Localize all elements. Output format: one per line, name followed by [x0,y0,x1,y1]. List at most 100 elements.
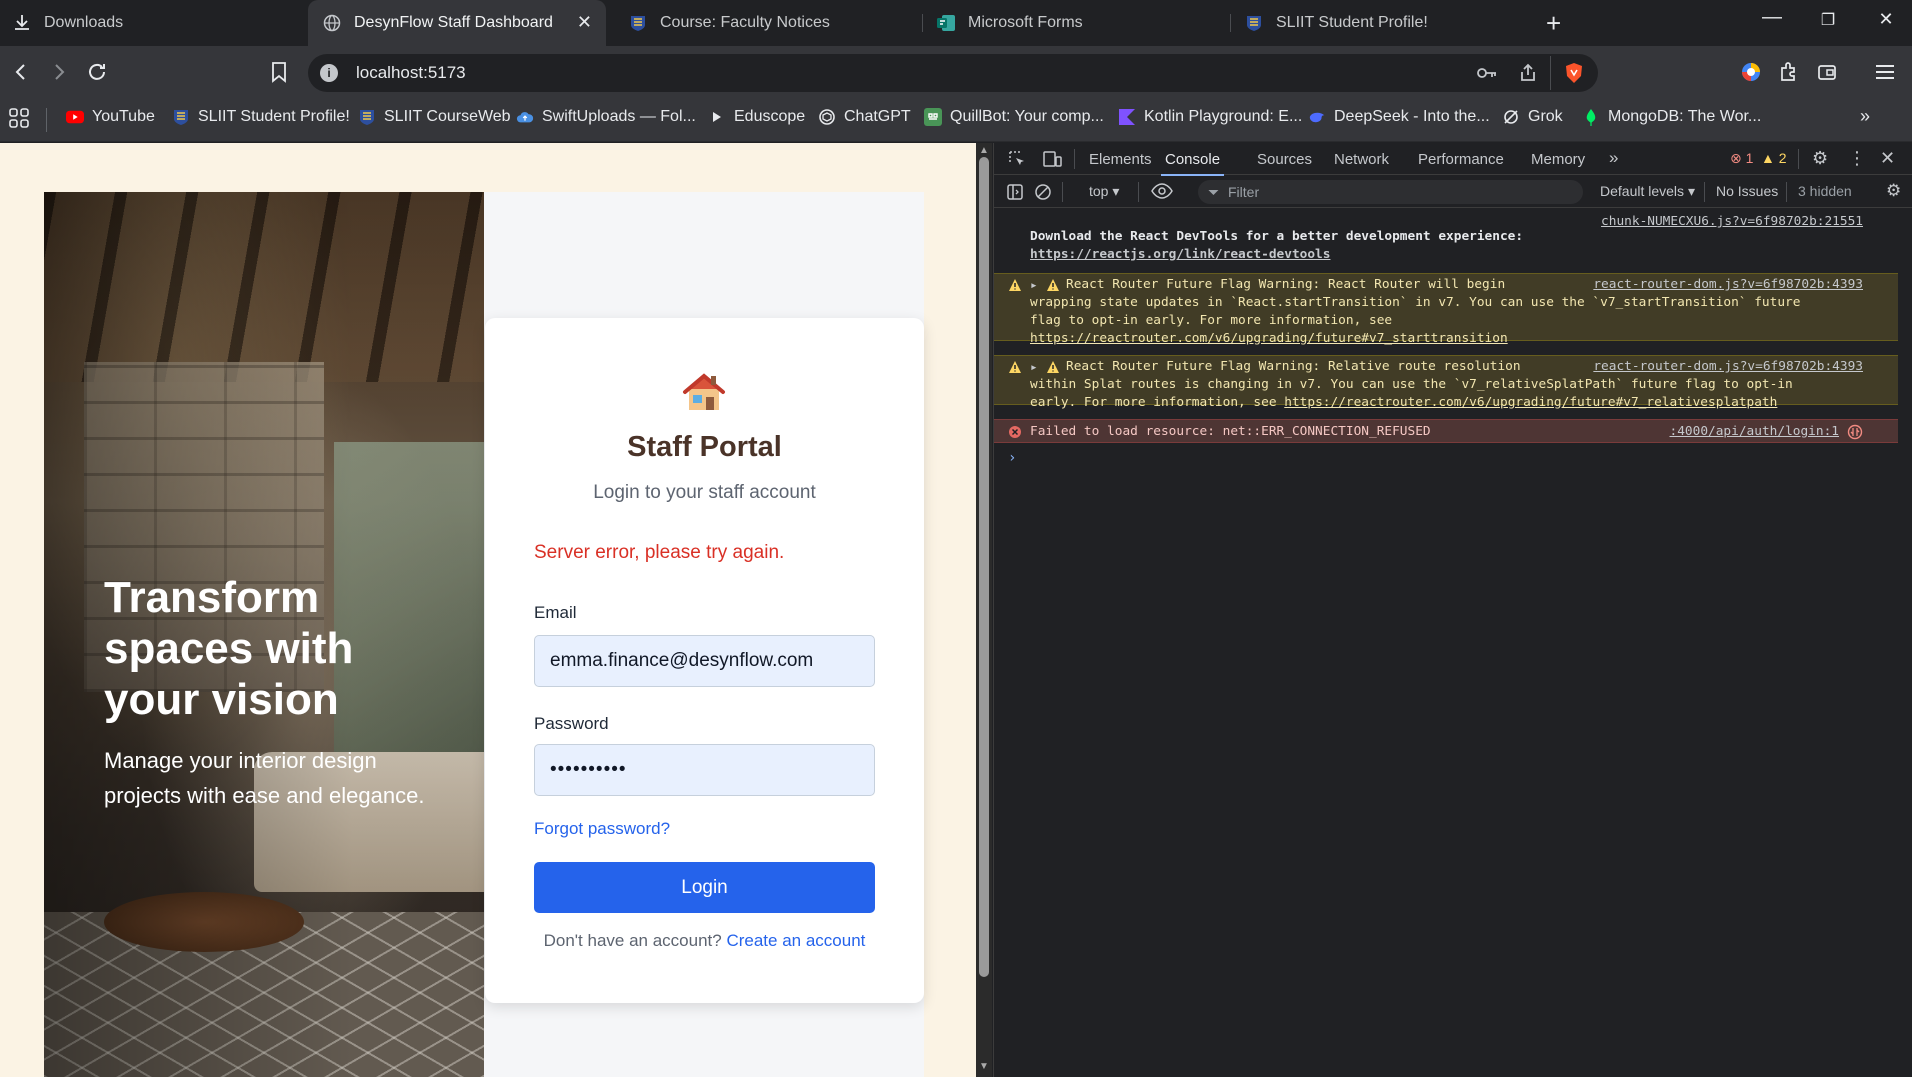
deepseek-icon [1308,108,1326,126]
restore-button[interactable]: ❐ [1808,10,1848,30]
issues-button[interactable]: No Issues [1716,183,1778,199]
bookmark-youtube[interactable]: YouTube [66,108,155,126]
inspect-element-icon[interactable] [1008,150,1026,173]
warning-counter[interactable]: ▲ 2 [1761,150,1787,166]
address-bar[interactable]: i localhost:5173 [308,54,1598,92]
key-icon[interactable] [1476,64,1498,87]
more-options-icon[interactable]: ⋮ [1848,148,1866,169]
password-field[interactable]: •••••••••• [534,744,875,796]
brave-rewards-icon[interactable] [1738,59,1764,85]
tab-elements[interactable]: Elements [1089,151,1152,168]
console-prompt-chevron-icon[interactable]: › [1008,449,1016,467]
error-counter[interactable]: ⊗ 1 [1730,150,1753,167]
devtools-scrollbar[interactable] [1898,209,1912,1077]
email-field[interactable]: emma.finance@desynflow.com [534,635,875,687]
filter-placeholder: Filter [1228,184,1260,200]
tab-faculty-notices[interactable]: Course: Faculty Notices [628,0,918,46]
wallet-icon[interactable] [1814,59,1840,85]
context-selector[interactable]: top ▾ [1089,183,1119,200]
bookmark-courseweb[interactable]: SLIIT CourseWeb [358,108,511,126]
message-source-link[interactable]: react-router-dom.js?v=6f98702b:4393 [1593,358,1863,376]
share-icon[interactable] [1518,63,1538,88]
console-filter-input[interactable]: ⏷ Filter [1198,180,1583,204]
cloud-icon [516,108,534,126]
bookmark-kotlin[interactable]: Kotlin Playground: E... [1118,108,1302,126]
tab-student-profile[interactable]: SLIIT Student Profile! [1244,0,1524,46]
settings-gear-icon[interactable]: ⚙ [1812,148,1828,169]
hidden-count: 3 hidden [1798,183,1852,199]
expand-triangle-icon[interactable]: ▸ [1030,359,1038,377]
divider [1798,149,1799,169]
sidebar-toggle-icon[interactable] [1006,183,1024,206]
tab-console[interactable]: Console [1160,151,1225,176]
tab-desynflow[interactable]: DesynFlow Staff Dashboard ✕ [308,0,606,46]
page-scrollbar[interactable]: ▲ ▼ [976,143,992,1077]
sliit-crest-icon [358,108,376,126]
scrollbar-thumb[interactable] [979,157,989,977]
tab-performance[interactable]: Performance [1418,151,1504,168]
scroll-down-icon[interactable]: ▼ [979,1061,989,1072]
tab-microsoft-forms[interactable]: Microsoft Forms [936,0,1226,46]
bookmark-label: SLIIT CourseWeb [384,108,511,125]
bookmark-quillbot[interactable]: QuillBot: Your comp... [924,108,1104,126]
message-text: within Splat routes is changing in v7. Y… [1030,377,1793,392]
bookmark-student-profile[interactable]: SLIIT Student Profile! [172,108,350,126]
bookmark-icon[interactable] [266,59,292,85]
bookmark-chatgpt[interactable]: ChatGPT [818,108,911,126]
reload-button[interactable] [84,59,110,85]
message-source-link[interactable]: :4000/api/auth/login:1 [1670,423,1840,441]
browser-toolbar: i localhost:5173 [0,46,1912,98]
message-link[interactable]: https://reactjs.org/link/react-devtools [1030,246,1330,264]
close-window-button[interactable]: ✕ [1866,9,1906,30]
bookmark-grok[interactable]: Grok [1502,108,1563,126]
message-text: React Router Future Flag Warning: Relati… [1066,359,1521,374]
create-account-link[interactable]: Create an account [726,931,865,950]
brave-shield-icon[interactable] [1564,62,1584,89]
minimize-button[interactable]: — [1752,6,1792,29]
device-toolbar-icon[interactable] [1042,150,1062,173]
scroll-up-icon[interactable]: ▲ [979,145,989,156]
close-devtools-icon[interactable]: ✕ [1880,148,1895,169]
openai-icon [818,108,836,126]
network-request-icon[interactable] [1847,424,1863,446]
menu-icon[interactable] [1872,59,1898,85]
tab-network[interactable]: Network [1334,151,1389,168]
back-button[interactable] [8,59,34,85]
tab-downloads[interactable]: Downloads [12,0,292,46]
eye-icon[interactable] [1151,183,1173,204]
log-levels-dropdown[interactable]: Default levels ▾ [1600,183,1695,200]
message-link[interactable]: https://reactrouter.com/v6/upgrading/fut… [1284,395,1777,410]
bookmark-deepseek[interactable]: DeepSeek - Into the... [1308,108,1490,126]
message-source-link[interactable]: chunk-NUMECXU6.js?v=6f98702b:21551 [1601,213,1863,231]
console-settings-gear-icon[interactable]: ⚙ [1886,181,1901,201]
clear-console-icon[interactable] [1034,183,1052,206]
more-tabs-chevron-icon[interactable]: » [1609,148,1618,168]
apps-icon[interactable] [8,107,30,129]
grok-icon [1502,108,1520,126]
message-source-link[interactable]: react-router-dom.js?v=6f98702b:4393 [1593,276,1863,294]
new-tab-button[interactable]: + [1546,8,1561,39]
extensions-icon[interactable] [1776,59,1802,85]
filter-funnel-icon: ⏷ [1208,184,1220,200]
message-text: wrapping state updates in `React.startTr… [1030,295,1801,310]
hero-subheading: Manage your interior design projects wit… [104,748,425,808]
site-info-icon[interactable]: i [320,64,338,82]
console-toolbar: top ▾ ⏷ Filter Default levels ▾ No Issue… [994,176,1912,208]
divider [46,108,47,132]
dropdown-triangle-icon: ▾ [1687,183,1695,199]
bookmark-swiftuploads[interactable]: SwiftUploads — Fol... [516,108,696,126]
message-link[interactable]: https://reactrouter.com/v6/upgrading/fut… [1030,330,1508,348]
password-label: Password [534,714,609,733]
tab-sources[interactable]: Sources [1257,151,1312,168]
forward-button[interactable] [46,59,72,85]
login-button[interactable]: Login [534,862,875,913]
sliit-crest-icon [1244,13,1264,33]
expand-triangle-icon[interactable]: ▸ [1030,277,1038,295]
more-bookmarks-chevron-icon[interactable]: » [1860,106,1870,127]
tab-memory[interactable]: Memory [1531,151,1585,168]
bookmark-eduscope[interactable]: Eduscope [708,108,805,126]
forgot-password-link[interactable]: Forgot password? [534,819,670,839]
bookmark-mongodb[interactable]: MongoDB: The Wor... [1582,108,1761,126]
close-tab-icon[interactable]: ✕ [577,12,592,33]
console-message-warning: ▸ React Router Future Flag Warning: Rela… [994,355,1899,410]
